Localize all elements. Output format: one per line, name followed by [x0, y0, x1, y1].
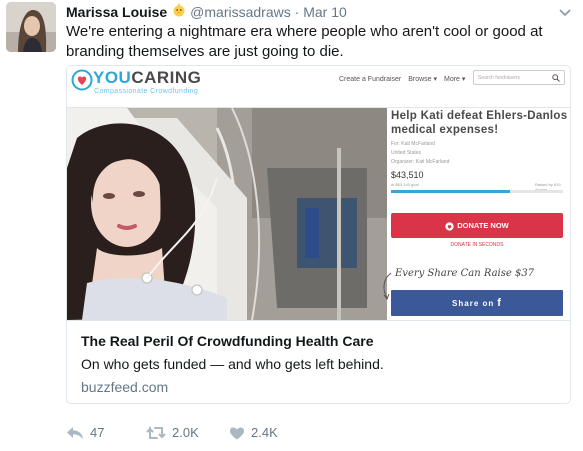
tweet-time[interactable]: Mar 10	[303, 4, 347, 20]
goal-text: of $63,143 goal	[391, 182, 419, 187]
nav-browse: Browse ▾	[408, 76, 438, 83]
card-title[interactable]: The Real Peril Of Crowdfunding Health Ca…	[81, 333, 373, 349]
fundraiser-photo	[67, 108, 387, 320]
youcaring-wordmark: YOUCARING	[93, 68, 201, 88]
card-text[interactable]: The Real Peril Of Crowdfunding Health Ca…	[67, 320, 570, 403]
facebook-f-icon: f	[497, 297, 502, 309]
donate-subtext: DONATE IN SECONDS	[450, 242, 504, 248]
progress-bar	[391, 190, 563, 193]
author-handle[interactable]: @marissadraws	[190, 4, 291, 20]
every-share-text: Every Share Can Raise $37	[395, 268, 535, 279]
separator: ·	[294, 4, 300, 20]
retweet-icon	[146, 426, 166, 439]
wordmark-part-2: CARING	[131, 68, 202, 87]
card-preview-image[interactable]: YOUCARING Compassionate Crowdfunding Cre…	[67, 66, 570, 320]
youcaring-header: YOUCARING Compassionate Crowdfunding Cre…	[67, 66, 570, 108]
chevron-down-icon[interactable]	[559, 6, 571, 18]
like-button[interactable]: 2.4K	[229, 424, 278, 444]
wordmark-part-1: YOU	[93, 68, 132, 87]
tweet-text: We're entering a nightmare era where peo…	[66, 23, 543, 60]
author-name[interactable]: Marissa Louise	[66, 4, 167, 20]
fundraiser-location: United States	[391, 150, 422, 156]
youcaring-logo-icon	[71, 69, 93, 91]
search-icon	[552, 74, 560, 82]
share-label: Share on	[452, 299, 495, 308]
fundraiser-organizer: Organizer: Kati McFarland	[391, 159, 450, 165]
reply-count: 47	[90, 425, 105, 441]
avatar[interactable]	[6, 2, 56, 52]
reply-icon	[67, 426, 83, 439]
retweet-button[interactable]: 2.0K	[146, 424, 199, 444]
fundraiser-panel: Help Kati defeat Ehlers-Danlos medical e…	[383, 108, 570, 320]
fundraiser-for: For: Kati McFarland	[391, 141, 435, 147]
search-placeholder: Search fundraisers	[478, 75, 520, 81]
link-card[interactable]: YOUCARING Compassionate Crowdfunding Cre…	[66, 65, 571, 404]
amount-raised: $43,510	[391, 170, 424, 180]
progress-fill	[391, 190, 510, 193]
heart-icon	[230, 427, 244, 440]
youcaring-nav: Create a Fundraiser Browse ▾ More ▾	[339, 75, 470, 83]
card-description: On who gets funded — and who gets left b…	[81, 356, 384, 372]
fundraiser-meta: For: Kati McFarland United States Organi…	[391, 140, 449, 167]
reply-button[interactable]: 47	[66, 424, 104, 444]
fundraiser-title: Help Kati defeat Ehlers-Danlos medical e…	[391, 110, 568, 136]
retweet-count: 2.0K	[172, 425, 199, 441]
donate-now-button: DONATE NOW	[391, 213, 563, 238]
tweet-header: Marissa Louise @marissadraws · Mar 10	[66, 2, 347, 21]
donate-label: DONATE NOW	[457, 221, 509, 230]
card-domain[interactable]: buzzfeed.com	[81, 379, 168, 395]
youcaring-tagline: Compassionate Crowdfunding	[94, 88, 199, 95]
nav-more: More ▾	[443, 76, 466, 83]
like-count: 2.4K	[251, 425, 278, 441]
baby-chick-icon	[172, 2, 186, 17]
heart-icon	[445, 221, 454, 231]
youcaring-search: Search fundraisers	[473, 70, 565, 85]
share-on-facebook-button: Share on f	[391, 290, 563, 316]
nav-create: Create a Fundraiser	[339, 76, 402, 83]
tweet: Marissa Louise @marissadraws · Mar 10 We'…	[0, 0, 583, 451]
